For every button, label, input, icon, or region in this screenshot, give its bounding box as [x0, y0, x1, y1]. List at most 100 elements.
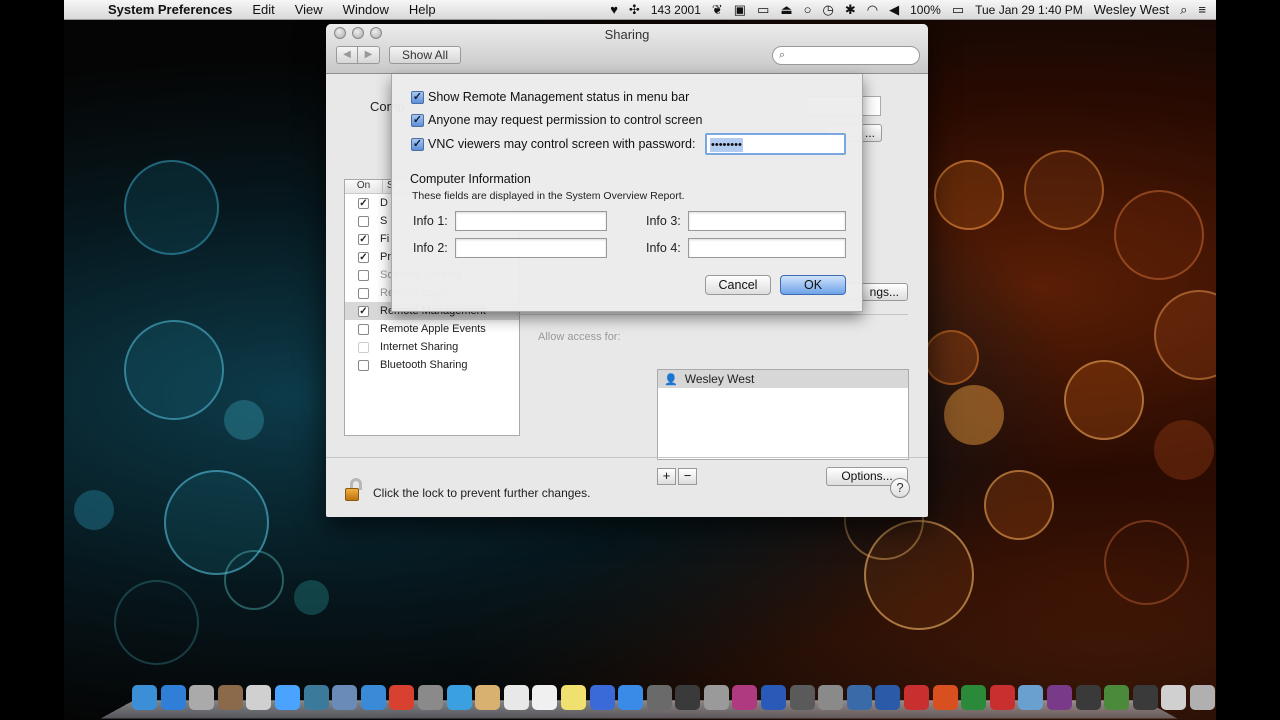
photo-booth-icon[interactable]	[217, 685, 243, 710]
preview-icon[interactable]	[332, 685, 358, 710]
calendar-icon[interactable]	[503, 685, 529, 710]
iphone-config-icon[interactable]	[246, 685, 272, 710]
heart-icon[interactable]: ♥	[610, 2, 618, 17]
clipboard-icon[interactable]: ▣	[734, 2, 746, 18]
service-row[interactable]: Bluetooth Sharing	[345, 356, 519, 374]
window-title: Sharing	[604, 27, 650, 42]
trash-icon[interactable]	[1189, 685, 1215, 710]
app-store-icon[interactable]	[618, 685, 644, 710]
service-checkbox[interactable]: ✓	[358, 197, 369, 209]
time-machine-icon[interactable]: ◷	[823, 2, 834, 18]
service-checkbox[interactable]	[358, 269, 369, 281]
airplay-icon[interactable]: ▭	[757, 2, 769, 18]
vnc-password-field[interactable]: ••••••••	[705, 133, 846, 155]
camera-icon[interactable]	[675, 685, 701, 710]
vnc-checkbox[interactable]: ✓	[411, 137, 424, 151]
drive-icon[interactable]: ⏏	[780, 2, 792, 18]
photoshop-icon[interactable]	[761, 685, 787, 710]
volume-icon[interactable]: ◀	[889, 2, 899, 18]
service-checkbox[interactable]: ✓	[358, 233, 369, 245]
notes-icon[interactable]	[475, 685, 501, 710]
menu-system-preferences[interactable]: System Preferences	[98, 2, 242, 17]
rar-icon[interactable]	[1047, 685, 1072, 710]
lock-icon[interactable]	[344, 478, 366, 502]
user-row[interactable]: 👤 Wesley West	[658, 370, 908, 388]
service-row[interactable]: Internet Sharing	[345, 338, 519, 356]
service-row[interactable]: Remote Apple Events	[345, 320, 519, 338]
notification-center-icon[interactable]: ≡	[1198, 2, 1206, 17]
help-button[interactable]: ?	[890, 478, 910, 498]
service-checkbox[interactable]	[358, 323, 369, 335]
service-label: Internet Sharing	[380, 341, 459, 353]
show-all-button[interactable]: Show All	[389, 46, 461, 64]
battery-status[interactable]: 100%	[910, 3, 941, 17]
chrome-icon[interactable]	[389, 685, 415, 710]
remote-icon[interactable]	[818, 685, 844, 710]
info3-field[interactable]	[688, 211, 846, 231]
back-icon[interactable]: ◀	[336, 46, 358, 64]
scanner-icon[interactable]	[703, 685, 729, 710]
menu-edit[interactable]: Edit	[242, 2, 284, 17]
sync-icon[interactable]: ✣	[629, 2, 640, 18]
chat-icon[interactable]: ○	[804, 2, 812, 17]
info2-field[interactable]	[455, 238, 607, 258]
dashboard-icon[interactable]	[1075, 685, 1101, 710]
service-checkbox[interactable]: ✓	[358, 251, 369, 263]
show-status-checkbox[interactable]: ✓	[411, 90, 424, 104]
network-icon[interactable]	[303, 685, 329, 710]
info1-field[interactable]	[455, 211, 607, 231]
menu-window[interactable]: Window	[333, 2, 399, 17]
vnc-password-value: ••••••••	[710, 138, 743, 152]
menu-help[interactable]: Help	[399, 2, 446, 17]
textedit-icon[interactable]	[532, 685, 558, 710]
word-icon[interactable]	[875, 685, 901, 710]
users-list[interactable]: 👤 Wesley West	[657, 369, 909, 460]
evernote-icon[interactable]: ❦	[712, 2, 723, 18]
automator-icon[interactable]	[417, 685, 443, 710]
show-status-option[interactable]: ✓ Show Remote Management status in menu …	[411, 90, 689, 104]
service-label: Remote Apple Events	[380, 323, 486, 335]
forward-icon[interactable]: ▶	[358, 46, 380, 64]
vnc-option[interactable]: ✓ VNC viewers may control screen with pa…	[411, 137, 695, 151]
parallels-icon[interactable]	[989, 685, 1015, 710]
ok-button[interactable]: OK	[780, 275, 846, 295]
stickies-icon[interactable]	[560, 685, 586, 710]
clock[interactable]: Tue Jan 29 1:40 PM	[975, 3, 1083, 17]
bluetooth-icon[interactable]: ✱	[845, 2, 856, 18]
safari-icon[interactable]	[360, 685, 386, 710]
cancel-button[interactable]: Cancel	[705, 275, 771, 295]
service-checkbox[interactable]: ✓	[358, 305, 369, 317]
activity-icon[interactable]	[1104, 685, 1130, 710]
xcode-icon[interactable]	[846, 685, 872, 710]
service-label: Bluetooth Sharing	[380, 359, 468, 371]
spotlight-search-icon[interactable]: ⌕	[1180, 2, 1187, 18]
dropbox-icon[interactable]	[160, 685, 186, 710]
messages-icon[interactable]	[274, 685, 300, 710]
game-icon[interactable]	[732, 685, 758, 710]
menu-view[interactable]: View	[285, 2, 333, 17]
transmit-icon[interactable]	[1018, 685, 1044, 710]
launchpad-icon[interactable]	[189, 685, 215, 710]
service-checkbox[interactable]	[358, 341, 369, 353]
user-name[interactable]: Wesley West	[1094, 2, 1169, 17]
on-column-header[interactable]: On	[345, 180, 383, 193]
powerpoint-icon[interactable]	[932, 685, 958, 710]
downloads-icon[interactable]	[1161, 685, 1187, 710]
terminal-icon[interactable]	[1132, 685, 1158, 710]
excel-icon[interactable]	[961, 685, 987, 710]
search-input[interactable]: ⌕	[772, 46, 920, 65]
aperture-icon[interactable]	[789, 685, 815, 710]
service-checkbox[interactable]	[358, 287, 369, 299]
anyone-request-checkbox[interactable]: ✓	[411, 113, 424, 127]
status-counter[interactable]: 143 2001	[651, 3, 701, 17]
service-checkbox[interactable]	[358, 359, 369, 371]
info4-field[interactable]	[688, 238, 846, 258]
wifi-icon[interactable]: ◠	[867, 2, 878, 18]
finder-icon[interactable]	[132, 685, 157, 710]
twitter-icon[interactable]	[446, 685, 472, 710]
anyone-request-option[interactable]: ✓ Anyone may request permission to contr…	[411, 113, 702, 127]
photo-icon[interactable]	[646, 685, 672, 710]
itunes-icon[interactable]	[589, 685, 615, 710]
acrobat-icon[interactable]	[904, 685, 930, 710]
service-checkbox[interactable]	[358, 215, 369, 227]
